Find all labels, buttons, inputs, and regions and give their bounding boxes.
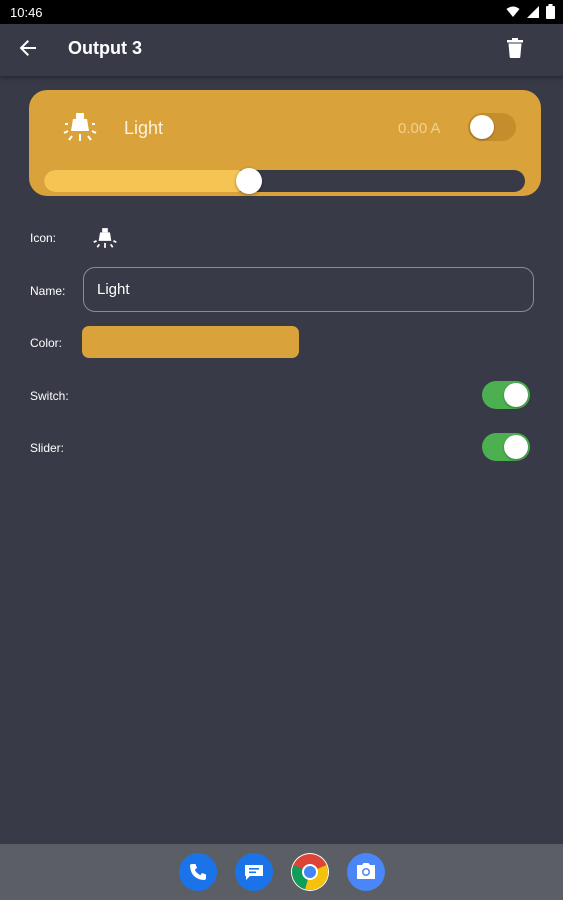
app-bar: Output 3 — [0, 24, 563, 76]
output-current: 0.00 A — [398, 120, 441, 137]
switch-label: Switch: — [30, 389, 69, 403]
light-bulb-icon[interactable] — [93, 226, 117, 250]
output-switch[interactable] — [468, 113, 516, 141]
phone-icon[interactable] — [179, 853, 217, 891]
output-slider[interactable] — [44, 168, 525, 194]
output-slider-thumb[interactable] — [236, 168, 262, 194]
back-button[interactable] — [14, 36, 42, 64]
messages-icon[interactable] — [235, 853, 273, 891]
output-name: Light — [124, 118, 164, 138]
output-slider-fill — [44, 170, 249, 192]
output-card[interactable]: Light 0.00 A — [29, 90, 541, 196]
page-title: Output 3 — [68, 38, 142, 58]
icon-label: Icon: — [30, 231, 57, 245]
color-swatch[interactable] — [82, 326, 299, 358]
battery-icon — [546, 4, 555, 22]
switch-toggle-knob — [504, 383, 528, 407]
slider-toggle-knob — [504, 435, 528, 459]
switch-toggle[interactable] — [482, 381, 530, 409]
output-switch-knob — [470, 115, 494, 139]
arrow-back-icon — [18, 38, 38, 63]
delete-button[interactable] — [501, 36, 529, 64]
light-bulb-icon — [63, 110, 97, 144]
camera-icon[interactable] — [347, 853, 385, 891]
name-input[interactable] — [97, 278, 517, 300]
slider-toggle[interactable] — [482, 433, 530, 461]
chrome-icon[interactable] — [291, 853, 329, 891]
wifi-icon — [506, 5, 520, 22]
slider-label: Slider: — [30, 441, 65, 455]
name-field[interactable] — [83, 267, 534, 312]
nav-bar — [0, 844, 563, 900]
status-icons — [506, 4, 555, 22]
name-label: Name: — [30, 284, 66, 298]
color-label: Color: — [30, 336, 63, 350]
status-time: 10:46 — [10, 5, 43, 20]
status-bar: 10:46 — [0, 0, 563, 24]
signal-icon — [526, 5, 540, 22]
trash-icon — [507, 37, 523, 63]
